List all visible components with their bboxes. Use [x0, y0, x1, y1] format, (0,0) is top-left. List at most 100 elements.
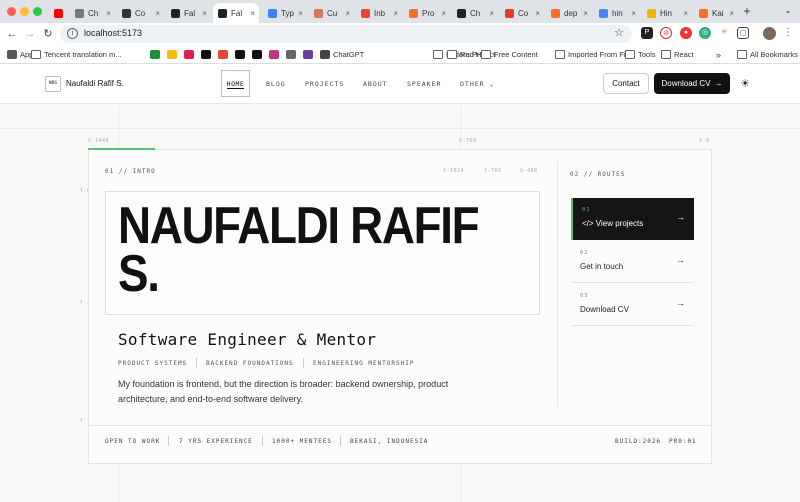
close-tab-icon[interactable]: × [250, 9, 255, 18]
logo-name[interactable]: Naufaldi Rafif S. [66, 79, 124, 88]
nav-projects[interactable]: PROJECTS [305, 80, 344, 88]
browser-tab[interactable]: Fal × [166, 3, 211, 23]
close-tab-icon[interactable]: × [729, 9, 734, 18]
tab-title: Fal [231, 8, 243, 18]
app-icon [647, 8, 656, 18]
nav-about[interactable]: ABOUT [363, 80, 388, 88]
back-arrow-icon[interactable]: ← [4, 26, 20, 42]
close-tab-icon[interactable]: × [106, 9, 111, 18]
bookmark-item[interactable]: Tools [625, 48, 656, 61]
browser-menu-icon[interactable]: ⋮ [783, 27, 793, 38]
browser-tab[interactable]: Ch × [70, 3, 115, 23]
close-tab-icon[interactable]: × [155, 9, 160, 18]
bookmark-item[interactable] [201, 48, 211, 61]
minimize-window-button[interactable] [20, 7, 29, 16]
close-tab-icon[interactable]: × [393, 9, 398, 18]
browser-tab[interactable] [49, 3, 69, 23]
browser-tab[interactable]: Inb × [356, 3, 402, 23]
tab-title: Pro [422, 8, 435, 18]
folder-icon [433, 50, 443, 59]
extension-icon[interactable]: P [641, 27, 653, 39]
bookmark-item[interactable] [286, 48, 296, 61]
tab-title: hin [612, 8, 623, 18]
bookmark-item[interactable]: ChatGPT [320, 48, 364, 61]
browser-tab[interactable]: Fal × [213, 3, 259, 23]
more-bookmarks-button[interactable]: » [716, 48, 721, 61]
browser-tab[interactable]: Typ × [263, 3, 307, 23]
bookmark-label: Imported From Fir... [568, 50, 634, 59]
stat-item: 1000+ MENTEES [272, 438, 332, 445]
browser-tab[interactable]: Hin × [642, 3, 692, 23]
gitlab-icon [699, 8, 708, 18]
bookmark-item[interactable] [218, 48, 228, 61]
build-label: BUILD:2026 [615, 438, 662, 445]
route-download-cv[interactable]: 03 Download CV → [571, 284, 694, 326]
page-viewport: NRS Naufaldi Rafif S. HOME BLOG PROJECTS… [0, 64, 800, 502]
browser-tab[interactable]: dep × [546, 3, 592, 23]
stat-item: OPEN TO WORK [105, 438, 161, 445]
close-tab-icon[interactable]: × [583, 9, 588, 18]
browser-tab[interactable]: Ch × [452, 3, 498, 23]
all-bookmarks-folder[interactable]: All Bookmarks [737, 48, 798, 61]
maximize-window-button[interactable] [33, 7, 42, 16]
bookmark-item[interactable] [303, 48, 313, 61]
bookmark-item[interactable]: React [661, 48, 694, 61]
browser-tab[interactable]: Cu × [309, 3, 354, 23]
extension-icon[interactable]: ◎ [699, 27, 711, 39]
contact-button[interactable]: Contact [603, 73, 649, 94]
bookmark-star-icon[interactable]: ☆ [614, 26, 624, 39]
close-tab-icon[interactable]: × [441, 9, 446, 18]
bookmark-item[interactable]: Free Content [481, 48, 538, 61]
new-tab-button[interactable]: + [740, 3, 754, 19]
logo-mark[interactable]: NRS [45, 76, 61, 92]
tab-search-chevron-icon[interactable]: ⌄ [781, 3, 795, 19]
nav-home[interactable]: HOME [221, 70, 250, 97]
close-tab-icon[interactable]: × [489, 9, 494, 18]
bookmark-item[interactable] [252, 48, 262, 61]
typing-icon [268, 8, 277, 18]
close-tab-icon[interactable]: × [631, 9, 636, 18]
close-tab-icon[interactable]: × [535, 9, 540, 18]
bookmark-item[interactable] [269, 48, 279, 61]
browser-tab[interactable]: Pro × [404, 3, 450, 23]
puzzle-icon[interactable]: ▢ [737, 27, 749, 39]
folder-icon [661, 50, 671, 59]
browser-tab[interactable]: Kai × [694, 3, 738, 23]
close-window-button[interactable] [7, 7, 16, 16]
close-tab-icon[interactable]: × [683, 9, 688, 18]
browser-tab[interactable]: hin × [594, 3, 640, 23]
url-text[interactable]: localhost:5173 [84, 28, 142, 38]
bookmark-item[interactable]: Tencent translation m... [31, 48, 122, 61]
stat-item: 7 YRS EXPERIENCE [179, 438, 253, 445]
sun-icon[interactable]: ☀ [737, 76, 753, 92]
route-get-in-touch[interactable]: 02 Get in touch → [571, 241, 694, 283]
site-info-icon[interactable]: i [67, 28, 78, 39]
bookmark-item[interactable] [150, 48, 160, 61]
address-bar[interactable]: i localhost:5173 ☆ [60, 25, 632, 43]
route-view-projects[interactable]: 01 </> View projects → [571, 198, 694, 240]
tab-title: Fal [184, 8, 196, 18]
arrow-right-icon: → [714, 79, 723, 88]
nav-blog[interactable]: BLOG [266, 80, 286, 88]
extension-icon[interactable]: ● [680, 27, 692, 39]
download-cv-button[interactable]: Download CV → [654, 73, 730, 94]
stats-divider [88, 425, 712, 426]
bookmark-item[interactable] [235, 48, 245, 61]
bookmark-item[interactable] [184, 48, 194, 61]
column-divider [557, 161, 558, 407]
forward-arrow-icon[interactable]: → [22, 26, 38, 42]
browser-tab[interactable]: Co × [500, 3, 544, 23]
reload-icon[interactable]: ↻ [40, 26, 56, 42]
extension-icon[interactable]: ✳ [718, 27, 730, 39]
close-tab-icon[interactable]: × [345, 9, 350, 18]
nav-speaker[interactable]: SPEAKER [407, 80, 441, 88]
browser-tab[interactable]: Co × [117, 3, 164, 23]
tag-divider [303, 358, 304, 368]
profile-avatar[interactable] [763, 27, 776, 40]
bookmark-item[interactable] [167, 48, 177, 61]
bookmark-item[interactable]: Imported From Fir... [555, 48, 634, 61]
close-tab-icon[interactable]: × [202, 9, 207, 18]
nav-other-dropdown[interactable]: OTHER ⌄ [460, 80, 494, 88]
close-tab-icon[interactable]: × [298, 9, 303, 18]
extension-icon[interactable]: ⊘ [660, 27, 672, 39]
